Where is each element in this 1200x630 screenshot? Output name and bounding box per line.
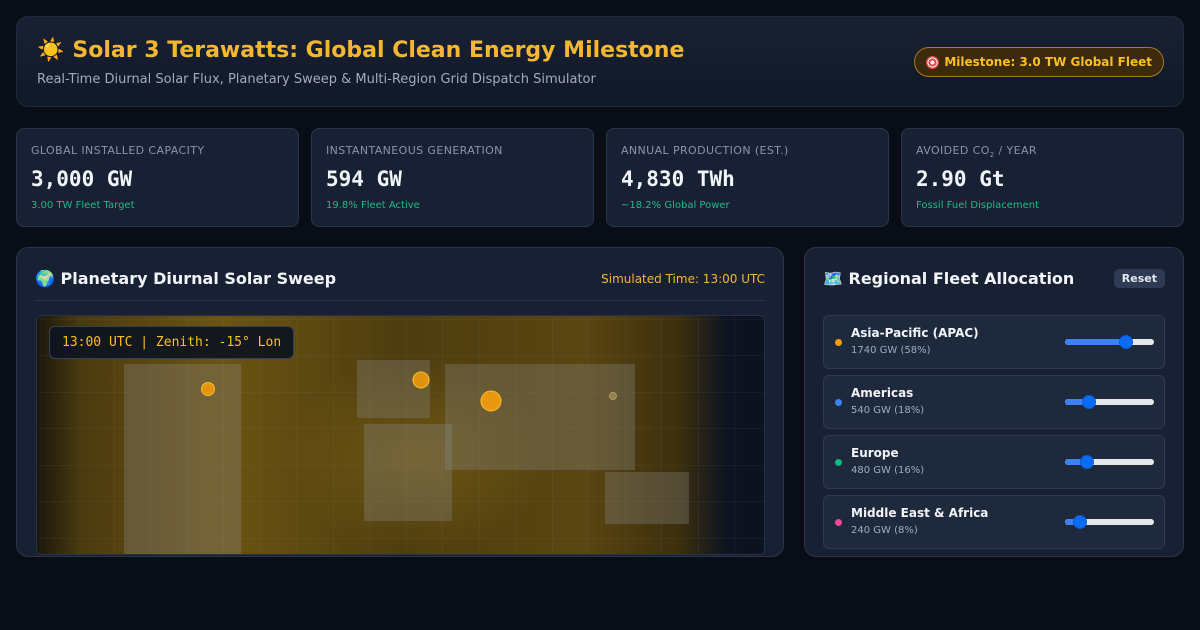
stat-label: AVOIDED CO2 / YEAR xyxy=(916,144,1037,160)
stat-label: GLOBAL INSTALLED CAPACITY xyxy=(31,144,205,157)
stat-sub: 3.00 TW Fleet Target xyxy=(31,200,135,211)
slider-thumb[interactable] xyxy=(1072,515,1087,529)
header-banner: ☀️ Solar 3 Terawatts: Global Clean Energ… xyxy=(16,16,1184,107)
region-color-dot xyxy=(835,459,842,466)
region-color-dot xyxy=(835,339,842,346)
continent-europe xyxy=(357,360,430,418)
page-subtitle: Real-Time Diurnal Solar Flux, Planetary … xyxy=(37,72,596,87)
world-map[interactable]: 13:00 UTC | Zenith: -15° Lon xyxy=(36,315,765,555)
stat-label: ANNUAL PRODUCTION (EST.) xyxy=(621,144,789,157)
milestone-badge: Milestone: 3.0 TW Global Fleet xyxy=(914,47,1164,77)
solar-hotspot-asia xyxy=(480,390,502,412)
slider-thumb[interactable] xyxy=(1119,335,1134,349)
region-detail: 240 GW (8%) xyxy=(851,525,918,536)
target-icon xyxy=(926,55,940,69)
region-row-americas: Americas 540 GW (18%) xyxy=(823,375,1165,429)
stat-value: 2.90 Gt xyxy=(916,167,1005,191)
continent-africa xyxy=(364,424,452,521)
solar-hotspot-americas xyxy=(201,382,215,396)
utc-readout: 13:00 UTC | Zenith: -15° Lon xyxy=(49,326,295,359)
divider xyxy=(35,300,765,301)
region-name: Middle East & Africa xyxy=(851,506,989,520)
region-detail: 540 GW (18%) xyxy=(851,405,925,416)
milestone-badge-text: Milestone: 3.0 TW Global Fleet xyxy=(944,55,1152,69)
stat-label: INSTANTANEOUS GENERATION xyxy=(326,144,503,157)
slider-fill xyxy=(1065,339,1127,345)
region-color-dot xyxy=(835,399,842,406)
region-row-apac: Asia-Pacific (APAC) 1740 GW (58%) xyxy=(823,315,1165,369)
region-slider-mea[interactable] xyxy=(1065,515,1154,529)
sun-icon: ☀️ xyxy=(37,38,65,63)
region-name: Asia-Pacific (APAC) xyxy=(851,326,979,340)
stat-sub: ~18.2% Global Power xyxy=(621,200,730,211)
region-detail: 1740 GW (58%) xyxy=(851,345,931,356)
regional-allocation-panel: 🗺️ Regional Fleet Allocation Reset Asia-… xyxy=(804,247,1184,557)
region-slider-americas[interactable] xyxy=(1065,395,1154,409)
stat-sub: 19.8% Fleet Active xyxy=(326,200,420,211)
region-slider-apac[interactable] xyxy=(1065,335,1154,349)
solar-hotspot-europe xyxy=(412,371,430,389)
region-detail: 480 GW (16%) xyxy=(851,465,925,476)
region-row-mea: Middle East & Africa 240 GW (8%) xyxy=(823,495,1165,549)
regional-allocation-title: 🗺️ Regional Fleet Allocation xyxy=(823,269,1075,288)
region-color-dot xyxy=(835,519,842,526)
solar-sweep-panel: 🌍 Planetary Diurnal Solar Sweep Simulate… xyxy=(16,247,784,557)
slider-thumb[interactable] xyxy=(1081,395,1096,409)
region-row-europe: Europe 480 GW (16%) xyxy=(823,435,1165,489)
page-title-text: Solar 3 Terawatts: Global Clean Energy M… xyxy=(72,38,685,63)
slider-thumb[interactable] xyxy=(1080,455,1094,469)
continent-americas xyxy=(124,364,241,554)
page-title: ☀️ Solar 3 Terawatts: Global Clean Energ… xyxy=(37,38,684,63)
region-name: Europe xyxy=(851,446,899,460)
reset-button[interactable]: Reset xyxy=(1113,269,1165,288)
simulated-time-label: Simulated Time: 13:00 UTC xyxy=(601,272,765,286)
stat-value: 3,000 GW xyxy=(31,167,133,191)
region-name: Americas xyxy=(851,386,914,400)
solar-sweep-title: 🌍 Planetary Diurnal Solar Sweep xyxy=(35,269,337,288)
continent-asia xyxy=(445,364,635,470)
stat-sub: Fossil Fuel Displacement xyxy=(916,200,1040,211)
stat-card-avoided-co2: AVOIDED CO2 / YEAR 2.90 Gt Fossil Fuel D… xyxy=(901,128,1184,227)
stat-card-installed-capacity: GLOBAL INSTALLED CAPACITY 3,000 GW 3.00 … xyxy=(16,128,299,227)
stat-card-annual-production: ANNUAL PRODUCTION (EST.) 4,830 TWh ~18.2… xyxy=(606,128,889,227)
stat-value: 4,830 TWh xyxy=(621,167,735,191)
stat-value: 594 GW xyxy=(326,167,402,191)
continent-oceania xyxy=(605,472,689,524)
region-slider-europe[interactable] xyxy=(1065,455,1154,469)
stat-card-instantaneous-generation: INSTANTANEOUS GENERATION 594 GW 19.8% Fl… xyxy=(311,128,594,227)
solar-hotspot-oceania xyxy=(609,392,617,400)
